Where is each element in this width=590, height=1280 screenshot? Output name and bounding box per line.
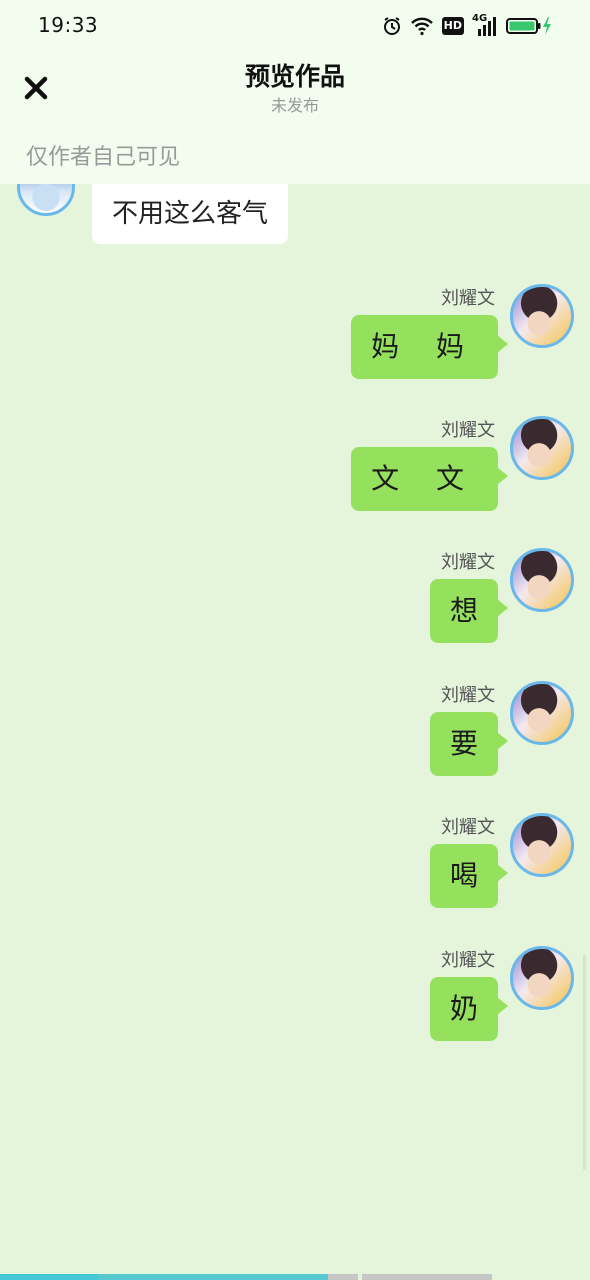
sender-name: 刘耀文 <box>441 420 495 441</box>
message-bubble[interactable]: 奶 <box>429 977 509 1041</box>
avatar[interactable] <box>510 416 574 480</box>
visibility-note: 仅作者自己可见 <box>26 145 181 170</box>
message-bubble[interactable]: 妈 妈 <box>351 315 508 379</box>
sender-name: 刘耀文 <box>441 950 495 971</box>
sender-name: 刘耀文 <box>441 685 495 706</box>
progress-segment-remaining <box>328 1274 358 1280</box>
sender-name: 刘耀文 <box>441 552 495 573</box>
header: 19:33 HD 4G 预览作品 未发布 仅作者自己可见 <box>0 0 590 184</box>
chat-message-right: 刘耀文 喝 <box>0 813 590 916</box>
chat-message-right: 刘耀文 文 文 <box>0 416 590 519</box>
avatar[interactable] <box>510 946 574 1010</box>
chat-message-right: 刘耀文 奶 <box>0 946 590 1049</box>
message-bubble[interactable]: 不用这么客气 <box>92 184 289 244</box>
hd-icon: HD <box>441 17 464 35</box>
message-bubble[interactable]: 想 <box>429 579 509 643</box>
message-bubble[interactable]: 文 文 <box>351 447 508 511</box>
chat-area[interactable]: 不用这么客气 刘耀文 妈 妈 刘耀文 文 文 刘耀文 想 刘耀文 要 刘耀文 喝… <box>0 0 590 1280</box>
chat-message-right: 刘耀文 要 <box>0 681 590 784</box>
sender-name: 刘耀文 <box>441 288 495 309</box>
avatar[interactable] <box>510 548 574 612</box>
progress-segment-remaining <box>362 1274 492 1280</box>
avatar[interactable] <box>510 813 574 877</box>
scrollbar[interactable] <box>583 955 586 1170</box>
alarm-icon <box>382 16 402 36</box>
message-bubble[interactable]: 喝 <box>429 844 509 908</box>
message-bubble[interactable]: 要 <box>429 712 509 776</box>
battery-charging-icon <box>506 16 554 36</box>
chat-message-right: 刘耀文 妈 妈 <box>0 284 590 387</box>
wifi-icon <box>410 16 434 36</box>
avatar[interactable] <box>510 284 574 348</box>
progress-bar <box>0 1274 590 1280</box>
status-icons: HD 4G <box>382 13 554 38</box>
page-title: 预览作品 <box>244 62 345 91</box>
page-subtitle: 未发布 <box>270 96 319 115</box>
status-time: 19:33 <box>38 13 99 37</box>
progress-segment-played <box>0 1274 98 1280</box>
progress-segment-current <box>98 1274 328 1280</box>
title-block: 预览作品 未发布 <box>0 60 590 118</box>
sender-name: 刘耀文 <box>441 817 495 838</box>
avatar[interactable] <box>510 681 574 745</box>
signal-4g-icon: 4G <box>472 13 498 36</box>
chat-message-right: 刘耀文 想 <box>0 548 590 651</box>
status-bar: 19:33 HD 4G <box>0 0 590 52</box>
